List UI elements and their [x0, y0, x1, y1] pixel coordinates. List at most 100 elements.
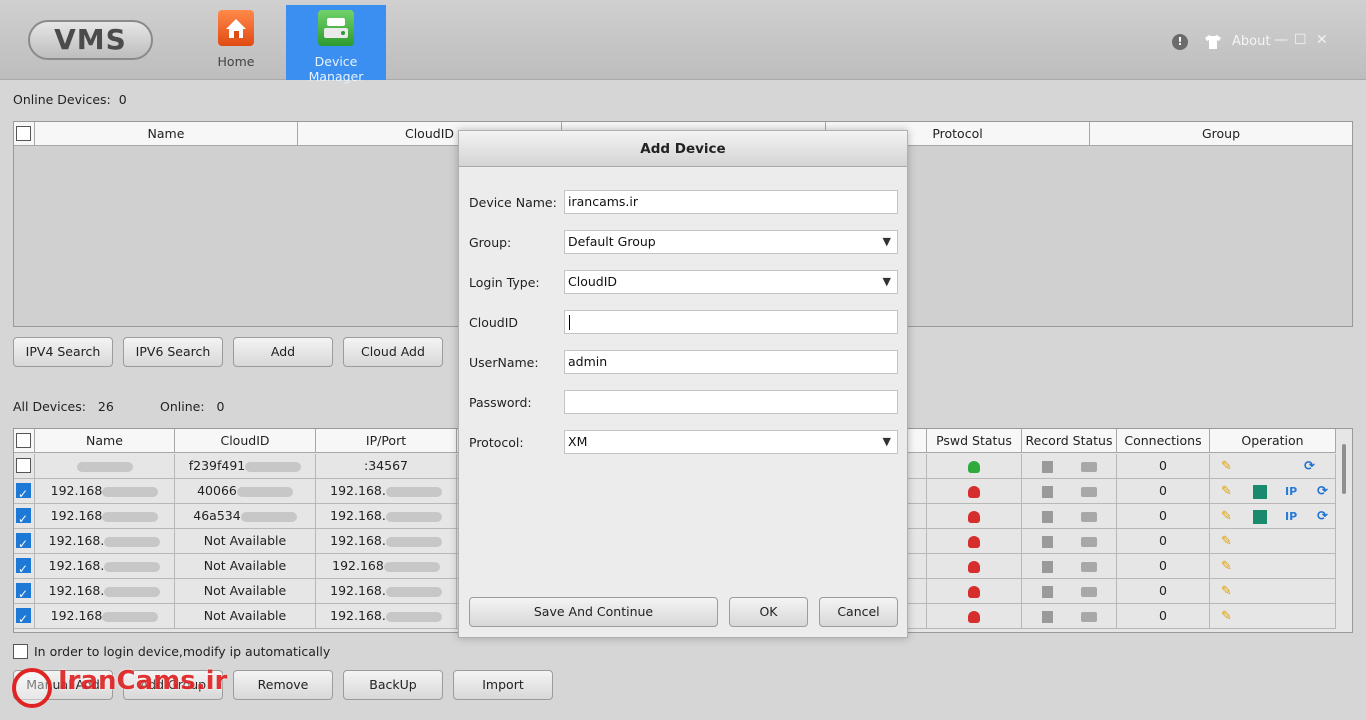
record-icon: [1041, 460, 1053, 473]
qr-icon[interactable]: [1253, 509, 1267, 524]
pencil-icon[interactable]: ✎: [1221, 484, 1235, 499]
online-select-all-checkbox[interactable]: [16, 126, 31, 141]
col-record-status[interactable]: Record Status: [1022, 429, 1117, 453]
col-name[interactable]: Name: [35, 429, 175, 453]
skin-icon[interactable]: [1204, 34, 1222, 50]
cloudid-label: CloudID: [469, 315, 519, 330]
row-checkbox[interactable]: [16, 532, 31, 554]
import-button[interactable]: Import: [453, 670, 553, 700]
row-checkbox[interactable]: [16, 458, 31, 473]
group-select[interactable]: Default Group ▼: [564, 230, 898, 254]
pencil-icon[interactable]: ✎: [1221, 509, 1235, 524]
connections-count: 0: [1159, 583, 1167, 598]
device-name: 192.168.: [48, 583, 105, 598]
device-ip: :34567: [364, 458, 408, 473]
col-operation[interactable]: Operation: [1210, 429, 1336, 453]
auto-ip-checkbox[interactable]: [13, 644, 28, 659]
col-ip-port[interactable]: IP/Port: [316, 429, 457, 453]
password-input[interactable]: [564, 390, 898, 414]
record-icon: [1041, 510, 1053, 523]
username-input[interactable]: admin: [564, 350, 898, 374]
online-count-label: Online: 0: [160, 399, 224, 414]
group-label: Group:: [469, 235, 512, 250]
refresh-icon[interactable]: ⟳: [1317, 509, 1331, 524]
qr-icon[interactable]: [1253, 484, 1267, 499]
pswd-status-cell: [927, 454, 1022, 479]
login-type-select[interactable]: CloudID ▼: [564, 270, 898, 294]
pencil-icon[interactable]: ✎: [1221, 559, 1235, 574]
row-checkbox[interactable]: [16, 557, 31, 579]
info-icon[interactable]: !: [1172, 34, 1188, 50]
connections-cell: 0: [1117, 604, 1210, 629]
save-and-continue-button[interactable]: Save And Continue: [469, 597, 718, 627]
camera-icon: [1080, 586, 1097, 597]
pencil-icon[interactable]: ✎: [1221, 609, 1235, 624]
record-status-cell: [1022, 604, 1117, 629]
about-link[interactable]: About: [1232, 34, 1270, 49]
operation-cell: ✎: [1210, 579, 1336, 604]
maximize-button[interactable]: ☐: [1294, 32, 1307, 48]
device-cloudid-cell: Not Available: [175, 604, 316, 629]
refresh-icon[interactable]: ⟳: [1304, 459, 1318, 474]
remove-button[interactable]: Remove: [233, 670, 333, 700]
ok-button[interactable]: OK: [729, 597, 808, 627]
cloudid-input[interactable]: [564, 310, 898, 334]
row-select-cell: [14, 454, 35, 479]
nav-device-manager-button[interactable]: Device Manager: [286, 5, 386, 84]
pswd-status-cell: [927, 529, 1022, 554]
redacted-text: [385, 536, 442, 547]
online-col-name[interactable]: Name: [35, 122, 298, 146]
device-ip-cell: 192.168.: [316, 604, 457, 629]
device-ip: 192.168.: [330, 483, 386, 498]
dropdown-arrow-icon: ▼: [882, 435, 891, 448]
group-value: Default Group: [568, 234, 656, 249]
ipv4-search-button[interactable]: IPV4 Search: [13, 337, 113, 367]
protocol-select[interactable]: XM ▼: [564, 430, 898, 454]
device-ip: 192.168.: [330, 583, 386, 598]
watermark-text: IranCams.ir: [58, 666, 228, 696]
device-name-input[interactable]: irancams.ir: [564, 190, 898, 214]
connections-count: 0: [1159, 483, 1167, 498]
refresh-icon[interactable]: ⟳: [1317, 484, 1331, 499]
device-cloudid-cell: 40066: [175, 479, 316, 504]
row-checkbox[interactable]: [16, 482, 31, 504]
online-col-group[interactable]: Group: [1090, 122, 1352, 146]
nav-home-label: Home: [217, 54, 255, 69]
dropdown-arrow-icon: ▼: [882, 235, 891, 248]
col-cloudid[interactable]: CloudID: [175, 429, 316, 453]
add-button[interactable]: Add: [233, 337, 333, 367]
nav-home-button[interactable]: Home: [186, 5, 286, 80]
minimize-button[interactable]: —: [1274, 32, 1288, 48]
pencil-icon[interactable]: ✎: [1221, 459, 1235, 474]
online-select-all-cell: [14, 122, 35, 146]
close-button[interactable]: ✕: [1316, 32, 1328, 48]
cloud-add-button[interactable]: Cloud Add: [343, 337, 443, 367]
device-name: 192.168.: [48, 533, 105, 548]
col-pswd-status[interactable]: Pswd Status: [927, 429, 1022, 453]
record-icon: [1041, 585, 1053, 598]
connections-cell: 0: [1117, 454, 1210, 479]
pencil-icon[interactable]: ✎: [1221, 534, 1235, 549]
protocol-value: XM: [568, 434, 588, 449]
record-status-cell: [1022, 454, 1117, 479]
ip-icon[interactable]: IP: [1285, 485, 1299, 499]
redacted-text: [240, 511, 297, 522]
device-ip: 192.168.: [330, 508, 386, 523]
row-checkbox[interactable]: [16, 582, 31, 604]
table-scrollbar[interactable]: [1342, 444, 1346, 494]
all-select-all-cell: [14, 429, 35, 453]
backup-button[interactable]: BackUp: [343, 670, 443, 700]
camera-icon: [1080, 486, 1097, 497]
connections-count: 0: [1159, 533, 1167, 548]
cancel-button[interactable]: Cancel: [819, 597, 898, 627]
col-connections[interactable]: Connections: [1117, 429, 1210, 453]
device-name: 192.168: [50, 608, 103, 623]
pencil-icon[interactable]: ✎: [1221, 584, 1235, 599]
all-select-all-checkbox[interactable]: [16, 433, 31, 448]
row-checkbox[interactable]: [16, 507, 31, 529]
ip-icon[interactable]: IP: [1285, 510, 1299, 524]
ipv6-search-button[interactable]: IPV6 Search: [123, 337, 223, 367]
device-name-label: Device Name:: [469, 195, 557, 210]
all-devices-label: All Devices: 26: [13, 399, 114, 414]
row-checkbox[interactable]: [16, 607, 31, 629]
